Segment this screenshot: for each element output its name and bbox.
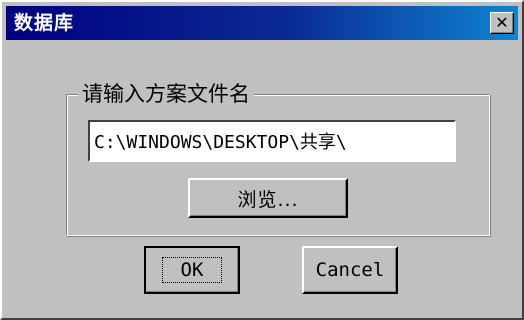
filename-input[interactable] [88,120,456,162]
ok-button-label: OK [161,257,223,283]
window-title: 数据库 [14,12,75,34]
ok-button[interactable]: OK [144,246,240,294]
close-button[interactable]: ✕ [490,12,514,34]
close-icon: ✕ [495,13,509,32]
cancel-button[interactable]: Cancel [302,246,398,294]
database-dialog: 数据库 ✕ 请输入方案文件名 浏览... OK Cancel [0,0,524,320]
groupbox-label: 请输入方案文件名 [78,80,254,108]
browse-button[interactable]: 浏览... [188,178,348,218]
title-bar[interactable]: 数据库 ✕ [6,6,518,40]
